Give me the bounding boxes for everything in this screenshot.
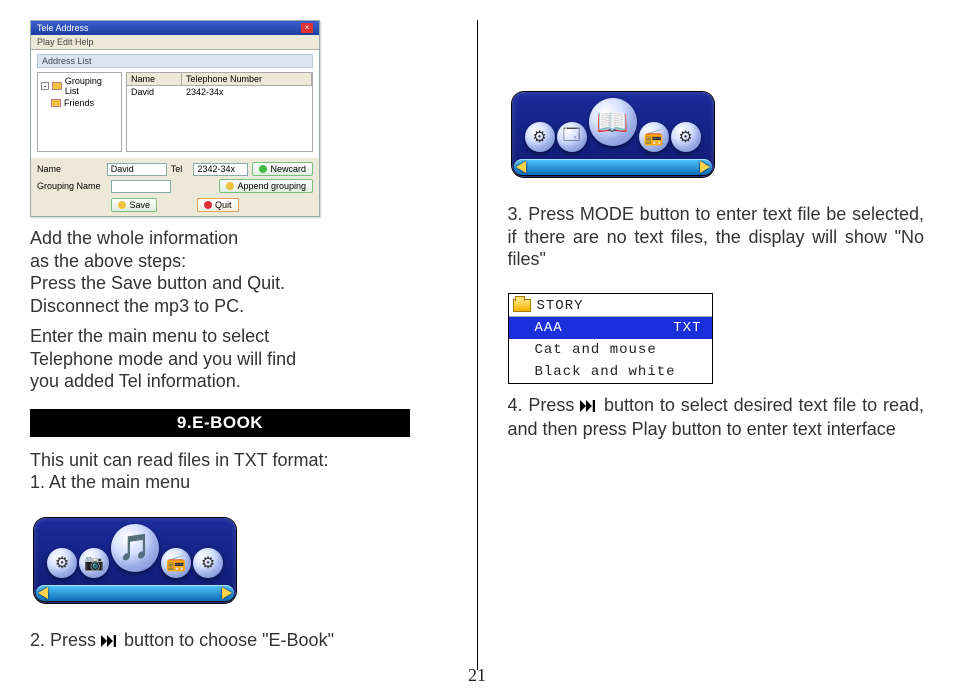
- name-label: Name: [37, 164, 103, 174]
- col-tel: Telephone Number: [182, 73, 312, 85]
- para-enter-menu: Enter the main menu to select Telephone …: [30, 325, 447, 393]
- grouping-field[interactable]: [111, 180, 171, 193]
- list-item[interactable]: Black and white: [509, 361, 712, 383]
- next-track-icon: [580, 396, 598, 419]
- folder-icon: [51, 99, 61, 107]
- col-name: Name: [127, 73, 182, 85]
- table-row[interactable]: David 2342-34x: [127, 86, 312, 98]
- nav-bar: [36, 585, 234, 601]
- section-label: Address List: [37, 54, 313, 68]
- menu-item-icon: 🗔: [557, 122, 587, 152]
- next-track-icon: [101, 631, 119, 654]
- plus-icon: [259, 165, 267, 173]
- folder-open-icon: [513, 299, 531, 312]
- arrow-left-icon: [516, 161, 526, 173]
- tel-field[interactable]: 2342-34x: [193, 163, 248, 176]
- arrow-right-icon: [700, 161, 710, 173]
- tel-label: Tel: [171, 164, 190, 174]
- folder-name: STORY: [537, 298, 584, 314]
- menu-item-icon: ⚙: [671, 122, 701, 152]
- folder-icon: [226, 182, 234, 190]
- folder-icon: [52, 82, 62, 90]
- section-header-ebook: 9.E-BOOK: [30, 409, 410, 437]
- menu-item-icon: ⚙: [525, 122, 555, 152]
- menu-item-ebook-icon: 📖: [589, 98, 637, 146]
- disk-icon: [118, 201, 126, 209]
- device-main-menu-ebook: ⚙ 🗔 📖 📻 ⚙: [508, 80, 718, 185]
- menu-item-icon: 📷: [79, 548, 109, 578]
- page-number: 21: [468, 665, 486, 686]
- tele-address-window: Tele Address × Play Edit Help Address Li…: [30, 20, 320, 217]
- tree-root: Grouping List: [65, 76, 118, 96]
- ebook-step-2: 2. Press button to choose "E-Book": [30, 629, 447, 654]
- list-item[interactable]: AAA TXT: [509, 317, 712, 339]
- quit-button[interactable]: Quit: [197, 198, 239, 212]
- window-titlebar: Tele Address ×: [31, 21, 319, 35]
- menu-item-icon: ⚙: [47, 548, 77, 578]
- ebook-step-1: 1. At the main menu: [30, 471, 447, 494]
- story-file-list: STORY AAA TXT Cat and mouse Black and wh…: [508, 293, 713, 384]
- menu-item-icon: ⚙: [193, 548, 223, 578]
- nav-bar: [514, 159, 712, 175]
- arrow-left-icon: [38, 587, 48, 599]
- menu-item-icon: 📻: [639, 122, 669, 152]
- menu-item-music-icon: 🎵: [111, 524, 159, 572]
- list-item[interactable]: Cat and mouse: [509, 339, 712, 361]
- window-menubar[interactable]: Play Edit Help: [31, 35, 319, 50]
- contacts-table: Name Telephone Number David 2342-34x: [126, 72, 313, 152]
- folder-header: STORY: [509, 294, 712, 317]
- newcard-button[interactable]: Newcard: [252, 162, 313, 176]
- ebook-step-4: 4. Press button to select desired text f…: [508, 394, 925, 441]
- close-icon[interactable]: ×: [301, 23, 313, 33]
- minus-icon[interactable]: -: [41, 82, 49, 90]
- para-add-info: Add the whole information as the above s…: [30, 227, 447, 317]
- save-button[interactable]: Save: [111, 198, 157, 212]
- close-icon: [204, 201, 212, 209]
- ebook-intro: This unit can read files in TXT format:: [30, 449, 447, 472]
- append-grouping-button[interactable]: Append grouping: [219, 179, 313, 193]
- menu-item-icon: 📻: [161, 548, 191, 578]
- name-field[interactable]: David: [107, 163, 167, 176]
- window-title: Tele Address: [37, 23, 89, 33]
- arrow-right-icon: [222, 587, 232, 599]
- table-header: Name Telephone Number: [127, 73, 312, 86]
- device-main-menu-music: ⚙ 📷 🎵 📻 ⚙: [30, 506, 240, 611]
- tree-child[interactable]: Friends: [64, 98, 94, 108]
- grouping-label: Grouping Name: [37, 181, 107, 191]
- ebook-step-3: 3. Press MODE button to enter text file …: [508, 203, 925, 271]
- grouping-tree[interactable]: - Grouping List Friends: [37, 72, 122, 152]
